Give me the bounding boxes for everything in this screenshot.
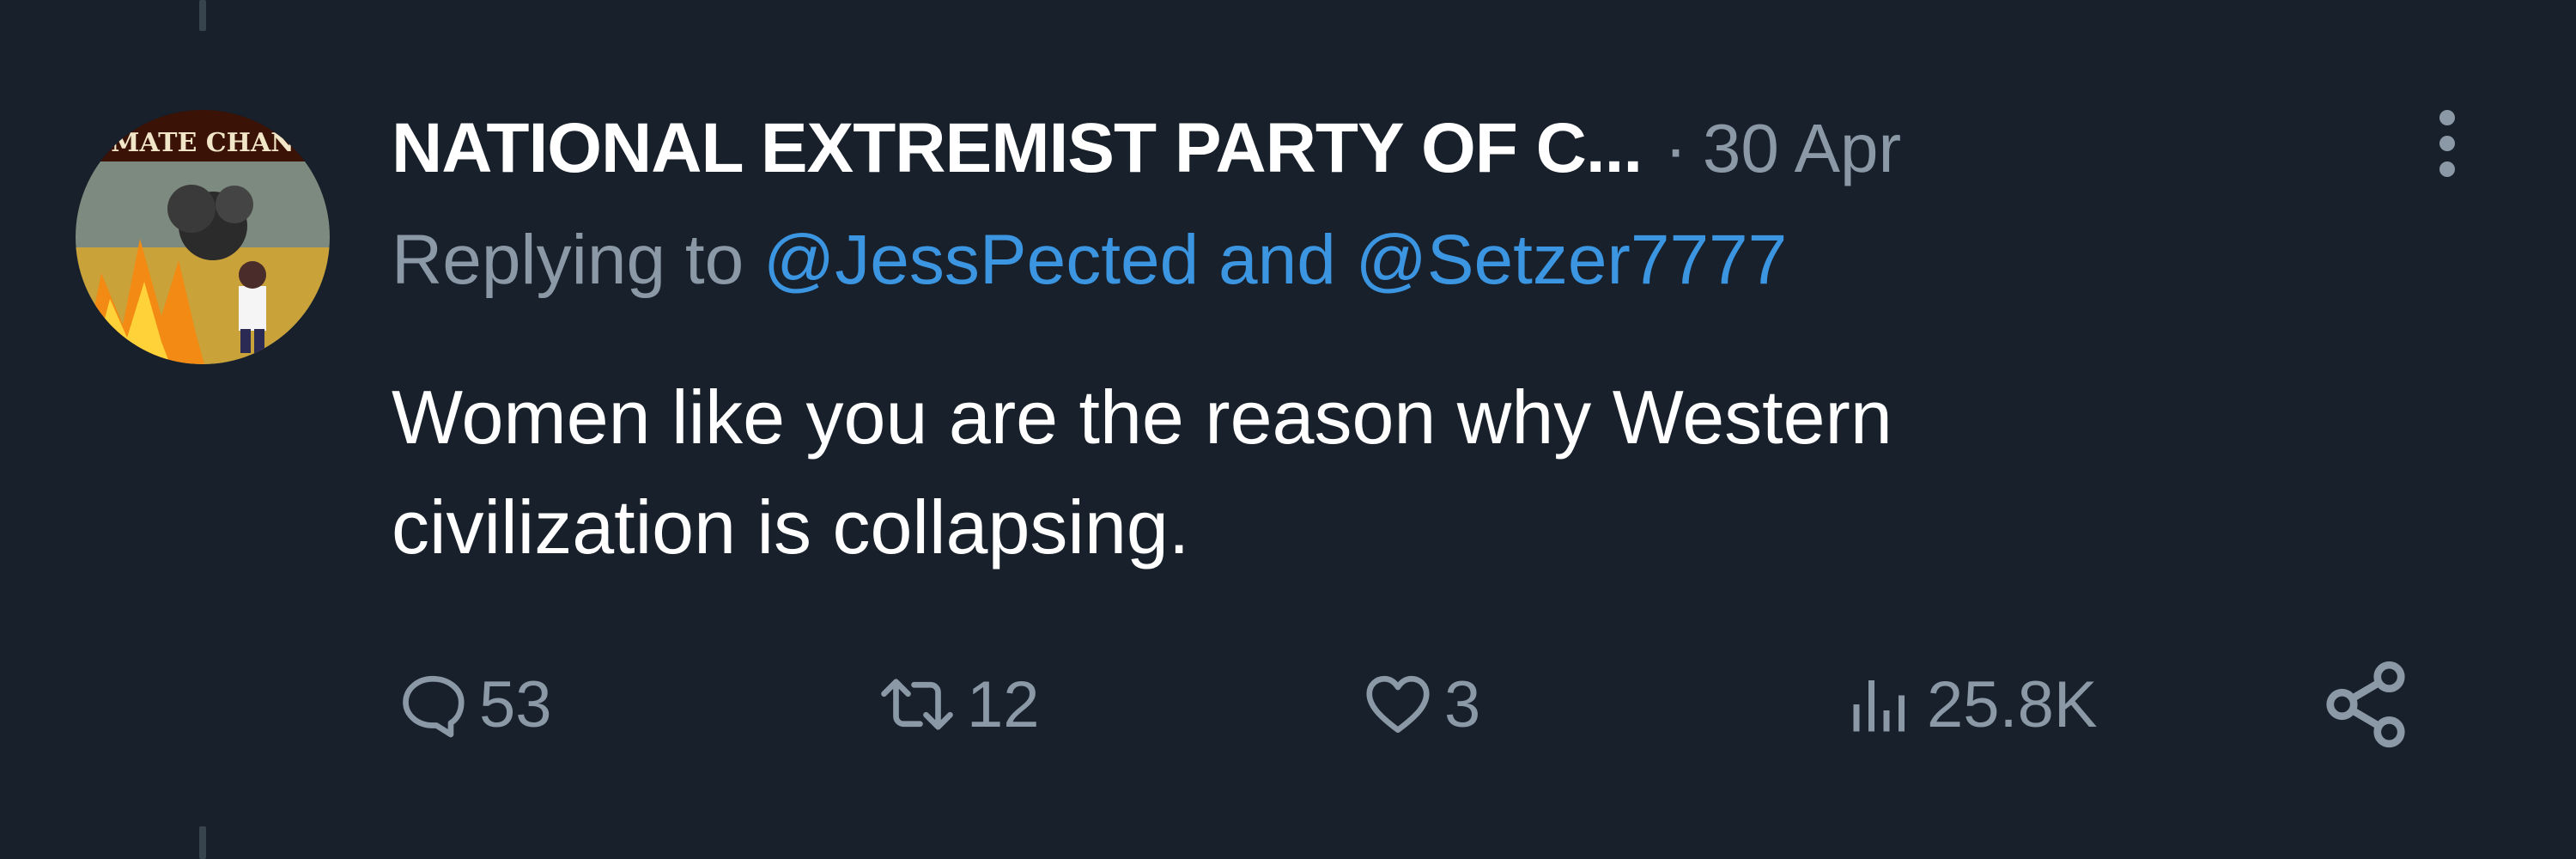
share-button[interactable] xyxy=(2318,653,2413,756)
replying-to: Replying to @JessPected and @Setzer7777 xyxy=(392,220,1787,301)
repost-count: 12 xyxy=(967,667,1040,741)
thread-connector-bottom xyxy=(199,826,206,859)
reply-button[interactable]: 53 xyxy=(397,653,552,756)
repost-icon xyxy=(881,679,953,730)
tweet-date[interactable]: 30 Apr xyxy=(1703,109,1901,188)
more-options-icon[interactable] xyxy=(2421,96,2473,191)
more-dot xyxy=(2439,136,2455,151)
avatar-banner-text: MATE CHAN xyxy=(111,128,294,158)
views-icon xyxy=(1853,680,1905,732)
author-name[interactable]: NATIONAL EXTREMIST PARTY OF C... xyxy=(392,108,1643,189)
views-button[interactable]: 25.8K xyxy=(1844,653,2098,756)
heart-icon xyxy=(1366,675,1430,734)
reply-icon xyxy=(403,675,465,738)
mention-conjunction: and xyxy=(1218,221,1336,299)
tweet-text: Women like you are the reason why Wester… xyxy=(392,375,1893,570)
more-dot xyxy=(2439,110,2455,125)
tweet-separator: · xyxy=(1664,110,1687,186)
share-icon xyxy=(2326,661,2405,748)
author-avatar[interactable]: MATE CHAN xyxy=(76,110,330,364)
avatar-image: MATE CHAN xyxy=(76,110,330,364)
mention-link[interactable]: @JessPected xyxy=(763,221,1199,299)
views-count: 25.8K xyxy=(1927,667,2098,741)
replying-to-label: Replying to xyxy=(392,221,744,299)
thread-connector-top xyxy=(199,0,206,31)
like-button[interactable]: 3 xyxy=(1362,653,1480,756)
like-count: 3 xyxy=(1444,667,1481,741)
more-dot xyxy=(2439,161,2455,177)
mention-link[interactable]: @Setzer7777 xyxy=(1356,221,1788,299)
reply-count: 53 xyxy=(479,667,552,741)
repost-button[interactable]: 12 xyxy=(878,653,1040,756)
tweet-header: NATIONAL EXTREMIST PARTY OF C... · 30 Ap… xyxy=(392,101,1901,196)
